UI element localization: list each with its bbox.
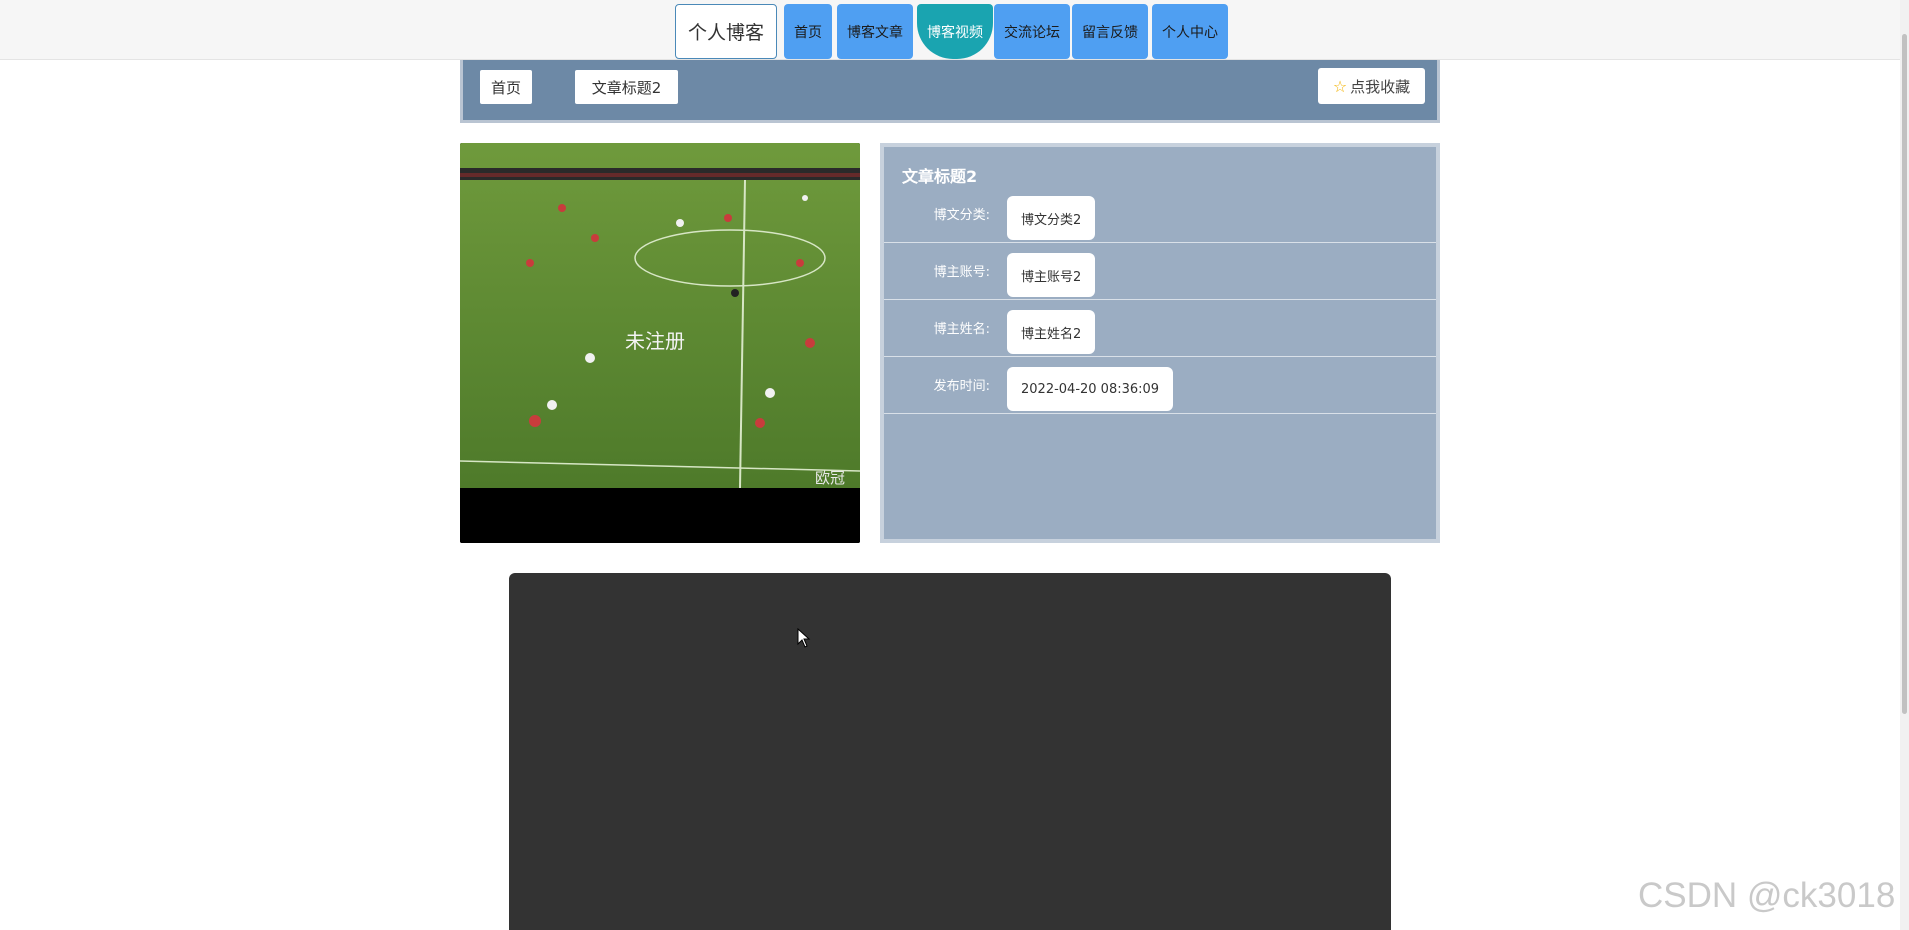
info-row-name: 博主姓名: 博主姓名2 (884, 300, 1436, 357)
publish-time-value: 2022-04-20 08:36:09 (1007, 367, 1174, 411)
category-label: 博文分类: (933, 208, 990, 223)
video-player[interactable] (509, 573, 1391, 930)
name-label: 博主姓名: (933, 322, 990, 337)
name-value: 博主姓名2 (1007, 310, 1096, 354)
info-row-publish-time: 发布时间: 2022-04-20 08:36:09 (884, 357, 1436, 414)
watermark: CSDN @ck3018 (1638, 876, 1896, 915)
star-icon: ☆ (1332, 76, 1348, 96)
nav-item-feedback[interactable]: 留言反馈 (1072, 4, 1148, 59)
video-thumbnail[interactable]: 未注册 欧冠 (460, 143, 860, 543)
nav-item-user-center[interactable]: 个人中心 (1152, 4, 1228, 59)
publish-time-label: 发布时间: (933, 379, 990, 394)
category-value: 博文分类2 (1007, 196, 1096, 240)
info-row-category: 博文分类: 博文分类2 (884, 186, 1436, 243)
favorite-button[interactable]: ☆ 点我收藏 (1318, 68, 1425, 104)
nav-item-home[interactable]: 首页 (784, 4, 832, 59)
info-row-account: 博主账号: 博主账号2 (884, 243, 1436, 300)
video-caption: 未注册 (625, 329, 685, 353)
favorite-label: 点我收藏 (1350, 77, 1411, 96)
account-label: 博主账号: (933, 265, 990, 280)
breadcrumb: 首页 文章标题2 ☆ 点我收藏 (460, 60, 1440, 123)
brand-logo[interactable]: 个人博客 (675, 4, 777, 59)
top-nav-bar: 个人博客 首页 博客文章 博客视频 交流论坛 留言反馈 个人中心 (0, 0, 1909, 60)
nav-item-forum[interactable]: 交流论坛 (994, 4, 1070, 59)
scrollbar-thumb[interactable] (1902, 34, 1907, 714)
article-title: 文章标题2 (902, 167, 978, 186)
soccer-field-image: 未注册 欧冠 (460, 143, 860, 543)
nav-item-blog-articles[interactable]: 博客文章 (837, 4, 913, 59)
mouse-cursor-icon (797, 628, 811, 648)
article-info-panel: 文章标题2 博文分类: 博文分类2 博主账号: 博主账号2 博主姓名: 博主姓名… (880, 143, 1440, 543)
page-scrollbar[interactable] (1900, 0, 1909, 930)
breadcrumb-home[interactable]: 首页 (480, 70, 532, 104)
account-value: 博主账号2 (1007, 253, 1096, 297)
video-corner-text: 欧冠 (815, 469, 845, 487)
nav-item-blog-videos[interactable]: 博客视频 (917, 4, 993, 59)
breadcrumb-current[interactable]: 文章标题2 (575, 70, 678, 104)
